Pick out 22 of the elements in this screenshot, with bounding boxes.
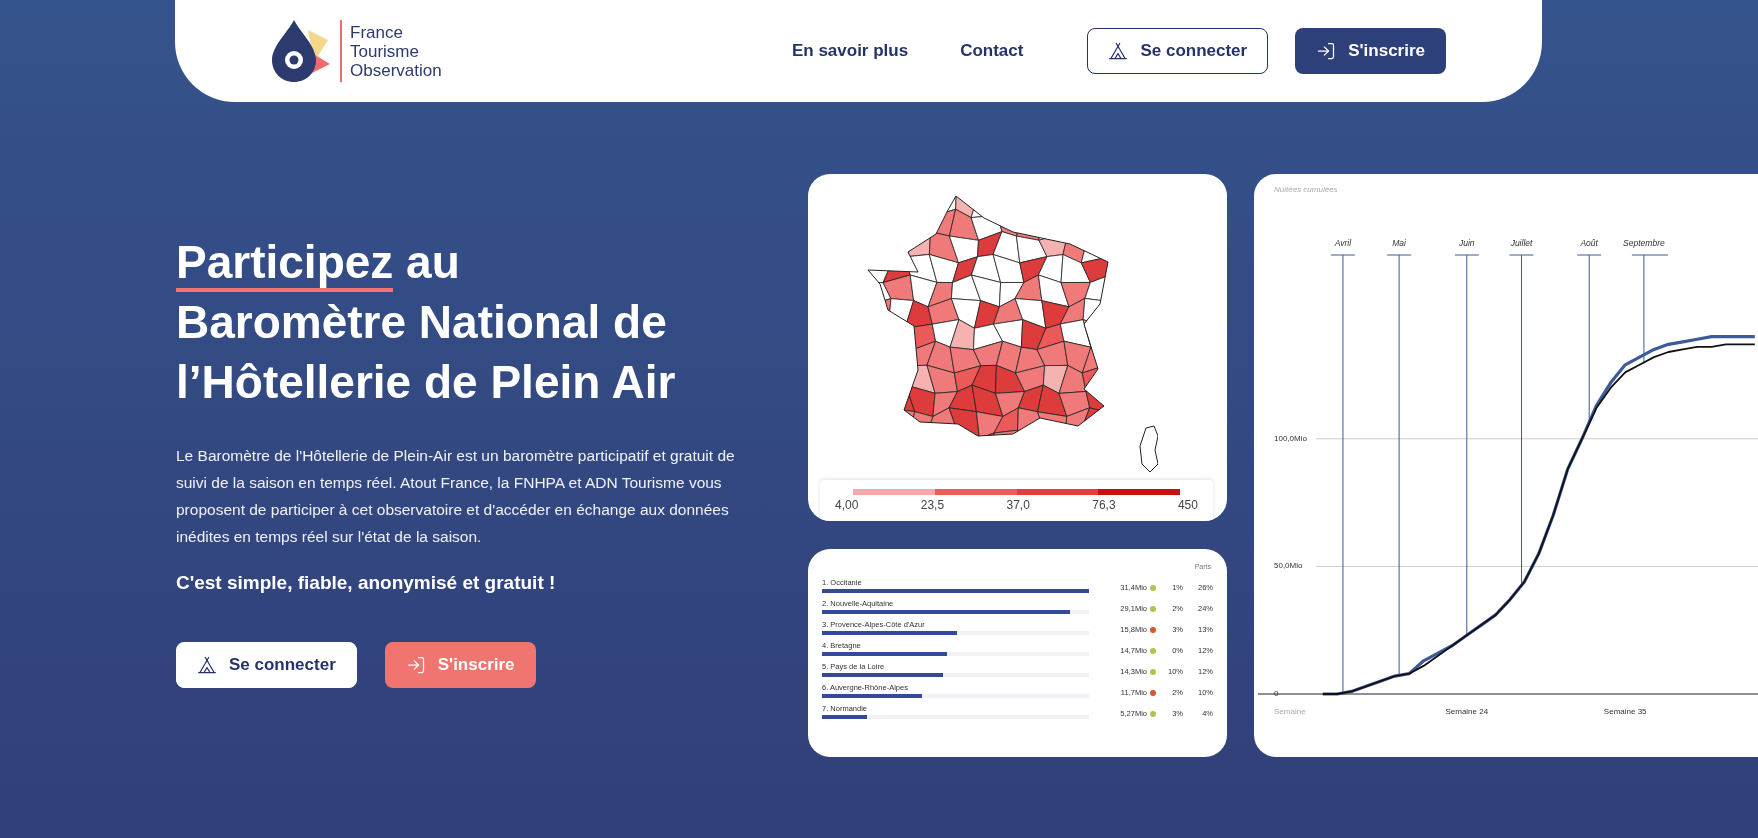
month-label: Mai xyxy=(1392,238,1406,248)
hero-title: Participez au Baromètre National de l’Hôtellerie de Plein Air xyxy=(176,235,677,410)
axis-label: Semaine 24 xyxy=(1445,707,1489,716)
legend-label: 76,3 xyxy=(1092,498,1116,512)
legend-label: 23,5 xyxy=(920,498,945,512)
legend-label: 37,0 xyxy=(1006,498,1030,512)
month-label: Avril xyxy=(1334,238,1352,248)
hero-description: Le Baromètre de l'Hôtellerie de Plein-Air est un baromètre participatif et gratuit de suivi de la saison en temps réel. Atout France, la FNHPA et ADN Tourisme vous proposent de participer à cet observatoire et d'accéder en échange aux données inédites en temps réel sur l'état de la saison. xyxy=(176,446,736,547)
chart-title: Nuitées cumulées xyxy=(1274,185,1338,194)
axis-label: Semaine 35 xyxy=(1603,707,1647,716)
brand-name: France Tourisme Observation xyxy=(350,22,442,80)
hero-tagline: C'est simple, fiable, anonymisé et gratuit ! xyxy=(176,572,557,594)
month-label: Juin xyxy=(1459,238,1475,248)
axis-title: Semaine xyxy=(1274,707,1306,716)
legend-label: 4,00 xyxy=(835,498,859,512)
month-label: Août xyxy=(1580,238,1598,248)
axis-label: 0 xyxy=(1274,689,1279,699)
axis-label: 50,0Mio xyxy=(1274,561,1303,571)
month-label: Juillet xyxy=(1510,238,1533,248)
axis-label: 100,0Mio xyxy=(1274,433,1307,443)
month-label: Septembre xyxy=(1623,238,1665,248)
legend-label: 450 xyxy=(1177,498,1198,512)
